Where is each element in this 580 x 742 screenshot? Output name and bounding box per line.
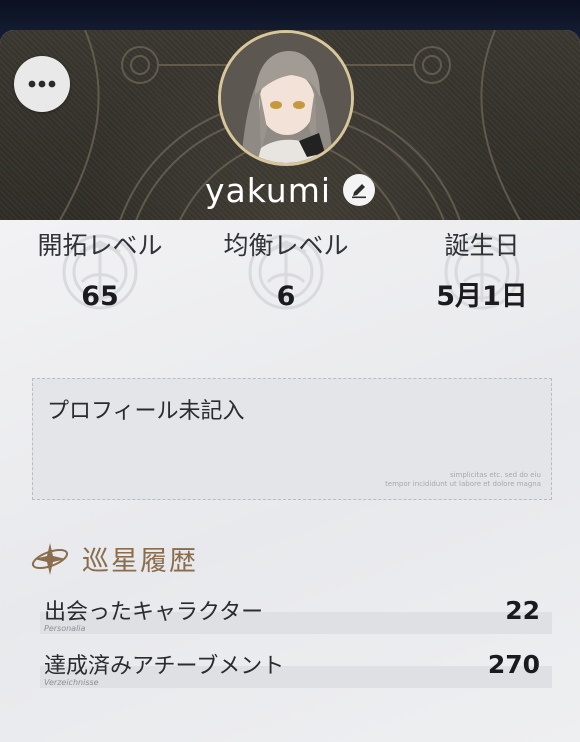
record-value: 270 (487, 650, 540, 679)
star-compass-icon (31, 543, 69, 575)
record-sublabel: Verzeichnisse (44, 678, 99, 687)
record-value: 22 (505, 596, 540, 625)
stat-equilibrium-level: 均衡レベル 6 (206, 228, 366, 314)
stat-label: 開拓レベル (37, 231, 163, 260)
record-sublabel: Personalia (44, 624, 86, 633)
bio-text: プロフィール未記入 (47, 399, 245, 424)
record-row-achievements: 達成済みアチーブメント Verzeichnisse 270 (40, 648, 552, 694)
username: yakumi (204, 170, 332, 210)
more-options-button[interactable] (14, 56, 70, 112)
stat-label: 誕生日 (444, 231, 520, 260)
more-dots-icon (28, 80, 56, 88)
bio-box[interactable]: プロフィール未記入 simplicitas etc. sed do eiu te… (32, 378, 552, 500)
section-title: 巡星履歴 (30, 538, 198, 578)
bio-deco-line: tempor incididunt ut labore et dolore ma… (385, 480, 541, 488)
avatar-image (221, 33, 351, 163)
record-row-characters: 出会ったキャラクター Personalia 22 (40, 594, 552, 640)
edit-name-button[interactable] (343, 174, 376, 206)
bio-deco-line: simplicitas etc. sed do eiu (449, 471, 541, 479)
stat-label: 均衡レベル (223, 231, 349, 260)
stat-value: 5月1日 (436, 281, 528, 312)
stat-trailblaze-level: 開拓レベル 65 (20, 228, 180, 314)
username-row: yakumi (0, 170, 580, 210)
bio-decoration: simplicitas etc. sed do eiu tempor incid… (385, 471, 541, 489)
avatar[interactable] (218, 30, 354, 166)
section-title-text: 巡星履歴 (82, 545, 198, 577)
profile-header: yakumi (0, 30, 580, 220)
pencil-icon (352, 184, 367, 199)
record-label: 出会ったキャラクター (44, 600, 264, 625)
stat-value: 6 (276, 281, 296, 312)
record-label: 達成済みアチーブメント (44, 654, 285, 679)
stat-value: 65 (81, 281, 119, 312)
stat-birthday: 誕生日 5月1日 (402, 228, 562, 314)
